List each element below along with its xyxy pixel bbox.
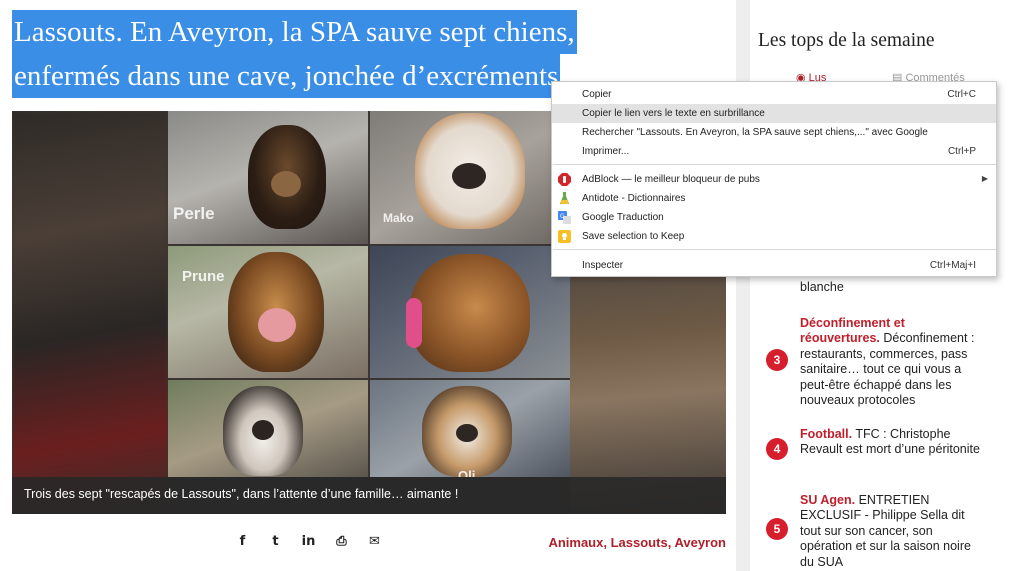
menu-item-print[interactable]: Imprimer... Ctrl+P — [552, 142, 996, 161]
top-item-category: Football. — [800, 427, 853, 441]
dog-name-oli: Oli — [458, 468, 476, 477]
photo-caption-bar: Trois des sept "rescapés de Lassouts", d… — [12, 477, 726, 514]
top-item-text: Déconfinement et réouvertures. Déconfine… — [800, 316, 986, 408]
menu-separator — [553, 249, 996, 250]
menu-item-search[interactable]: Rechercher "Lassouts. En Aveyron, la SPA… — [552, 123, 996, 142]
tag-separator: , — [603, 535, 607, 550]
menu-label: Inspecter — [582, 260, 624, 271]
menu-separator — [553, 164, 996, 165]
menu-label: AdBlock — le meilleur bloqueur de pubs — [582, 174, 760, 185]
menu-item-adblock[interactable]: AdBlock — le meilleur bloqueur de pubs ▶ — [552, 170, 996, 189]
dog-photo-oli: Oli — [370, 380, 570, 477]
email-icon[interactable]: ✉ — [366, 533, 383, 550]
menu-label: Copier — [582, 89, 612, 100]
headline-line-1[interactable]: Lassouts. En Aveyron, la SPA sauve sept … — [12, 10, 577, 54]
menu-shortcut: Ctrl+Maj+I — [929, 260, 976, 271]
dog-photo-mako: Mako — [370, 111, 570, 244]
tag-separator: , — [667, 535, 672, 550]
context-menu: Copier Ctrl+C Copier le lien vers le tex… — [551, 81, 997, 277]
submenu-arrow-icon: ▶ — [981, 174, 988, 183]
photo-caption: Trois des sept "rescapés de Lassouts", d… — [24, 487, 459, 501]
menu-item-inspect[interactable]: Inspecter Ctrl+Maj+I — [552, 256, 996, 275]
top-item-text: Football. TFC : Christophe Revault est m… — [800, 427, 986, 458]
menu-label: Save selection to Keep — [582, 231, 685, 242]
adblock-icon — [558, 173, 571, 186]
article-headline[interactable]: Lassouts. En Aveyron, la SPA sauve sept … — [12, 10, 636, 98]
dog-photo-perle: Perle — [168, 111, 368, 244]
antidote-icon — [560, 192, 569, 204]
menu-item-translate[interactable]: G Google Traduction — [552, 208, 996, 227]
top-item-category: SU Agen. — [800, 493, 856, 507]
menu-label: Google Traduction — [582, 212, 664, 223]
menu-item-keep[interactable]: Save selection to Keep — [552, 227, 996, 246]
print-icon[interactable]: ⎙ — [333, 533, 350, 550]
photo-blur-left — [12, 111, 168, 514]
keep-icon — [558, 230, 571, 243]
menu-item-copy[interactable]: Copier Ctrl+C — [552, 85, 996, 104]
menu-shortcut: Ctrl+P — [947, 146, 976, 157]
top-item-text: SU Agen. ENTRETIEN EXCLUSIF - Philippe S… — [800, 493, 986, 570]
menu-shortcut: Ctrl+C — [947, 89, 976, 100]
dog-photo-4 — [370, 246, 570, 378]
rank-badge: 3 — [766, 349, 788, 371]
tag-link[interactable]: Aveyron — [674, 535, 726, 550]
linkedin-icon[interactable]: in — [300, 533, 317, 550]
google-translate-icon: G — [558, 211, 571, 224]
facebook-icon[interactable]: f — [234, 533, 251, 550]
twitter-icon[interactable]: t — [267, 533, 284, 550]
headline-line-2[interactable]: enfermés dans une cave, jonchée d’excrém… — [12, 54, 561, 98]
sidebar-title: Les tops de la semaine — [758, 30, 935, 51]
dog-photo-5 — [168, 380, 368, 477]
menu-label: Copier le lien vers le texte en surbrill… — [582, 108, 765, 119]
tag-link[interactable]: Animaux — [548, 535, 603, 550]
menu-label: Imprimer... — [582, 146, 630, 157]
share-bar: f t in ⎙ ✉ — [234, 533, 383, 550]
article-tags: Animaux, Lassouts, Aveyron — [548, 535, 726, 550]
menu-label: Rechercher "Lassouts. En Aveyron, la SPA… — [582, 127, 928, 138]
tag-link[interactable]: Lassouts — [611, 535, 668, 550]
top-item-text: blanche — [800, 280, 844, 294]
rank-badge: 4 — [766, 438, 788, 460]
svg-text:G: G — [560, 213, 565, 220]
dog-name-mako: Mako — [383, 211, 414, 225]
menu-item-antidote[interactable]: Antidote - Dictionnaires — [552, 189, 996, 208]
dog-photo-prune: Prune — [168, 246, 368, 378]
menu-label: Antidote - Dictionnaires — [582, 193, 686, 204]
dog-name-prune: Prune — [182, 268, 225, 285]
rank-badge: 5 — [766, 518, 788, 540]
menu-item-copy-link[interactable]: Copier le lien vers le texte en surbrill… — [552, 104, 996, 123]
dog-name-perle: Perle — [173, 204, 215, 223]
